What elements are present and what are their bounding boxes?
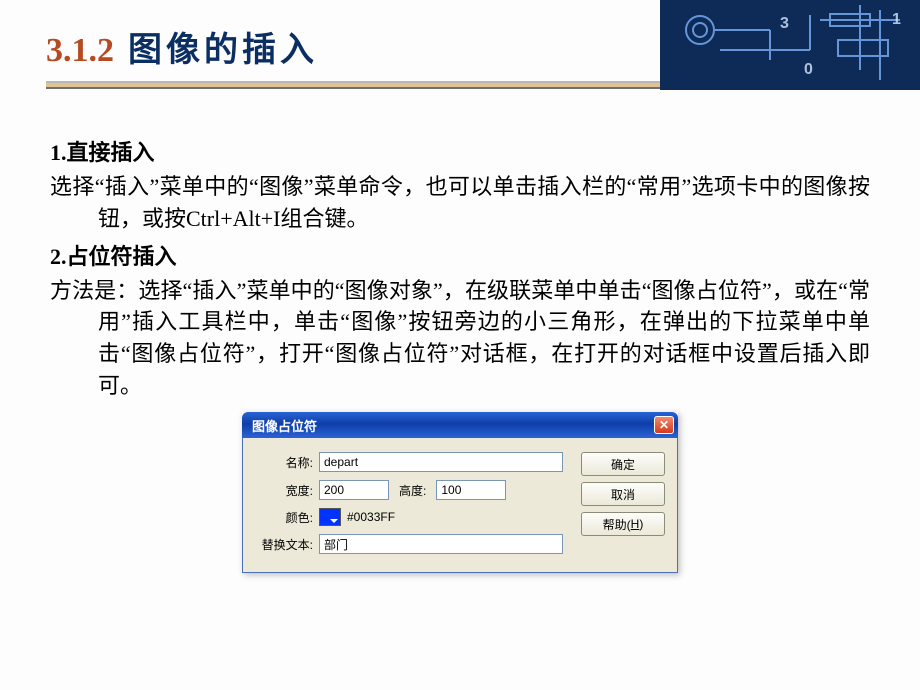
cancel-button[interactable]: 取消 (581, 482, 665, 506)
help-button-prefix: 帮助( (603, 516, 631, 533)
ok-button[interactable]: 确定 (581, 452, 665, 476)
subheading-2: 2.占位符插入 (50, 241, 870, 273)
close-icon[interactable]: ✕ (654, 416, 674, 434)
label-width: 宽度: (255, 482, 313, 499)
subheading-1: 1.直接插入 (50, 137, 870, 169)
help-button-key: H (631, 517, 640, 531)
section-heading: 3.1.2 图像的插入 (46, 22, 874, 71)
help-button-suffix: ) (639, 517, 643, 531)
label-name: 名称: (255, 454, 313, 471)
help-button[interactable]: 帮助(H) (581, 512, 665, 536)
section-number: 3.1.2 (46, 32, 114, 70)
image-placeholder-dialog: 图像占位符 ✕ 名称: depart 宽度: 200 高度: 100 颜色: (242, 412, 678, 573)
label-alt-text: 替换文本: (255, 536, 313, 553)
paragraph-1: 选择“插入”菜单中的“图像”菜单命令，也可以单击插入栏的“常用”选项卡中的图像按… (50, 171, 870, 235)
paragraph-2: 方法是：选择“插入”菜单中的“图像对象”，在级联菜单中单击“图像占位符”，或在“… (50, 275, 870, 403)
dialog-title: 图像占位符 (252, 416, 317, 435)
color-swatch[interactable] (319, 508, 341, 526)
alt-text-field[interactable]: 部门 (319, 534, 563, 554)
label-height: 高度: (399, 482, 426, 499)
name-field[interactable]: depart (319, 452, 563, 472)
body-text: 1.直接插入 选择“插入”菜单中的“图像”菜单命令，也可以单击插入栏的“常用”选… (46, 137, 874, 402)
slide: 3.1.2 图像的插入 1.直接插入 选择“插入”菜单中的“图像”菜单命令，也可… (0, 0, 920, 573)
dialog-body: 名称: depart 宽度: 200 高度: 100 颜色: #0033FF 替… (242, 438, 678, 573)
dialog-titlebar[interactable]: 图像占位符 ✕ (242, 412, 678, 438)
width-field[interactable]: 200 (319, 480, 389, 500)
color-hex-value: #0033FF (347, 510, 395, 524)
height-field[interactable]: 100 (436, 480, 506, 500)
label-color: 颜色: (255, 509, 313, 526)
heading-divider (46, 81, 874, 91)
section-title: 图像的插入 (128, 22, 318, 71)
